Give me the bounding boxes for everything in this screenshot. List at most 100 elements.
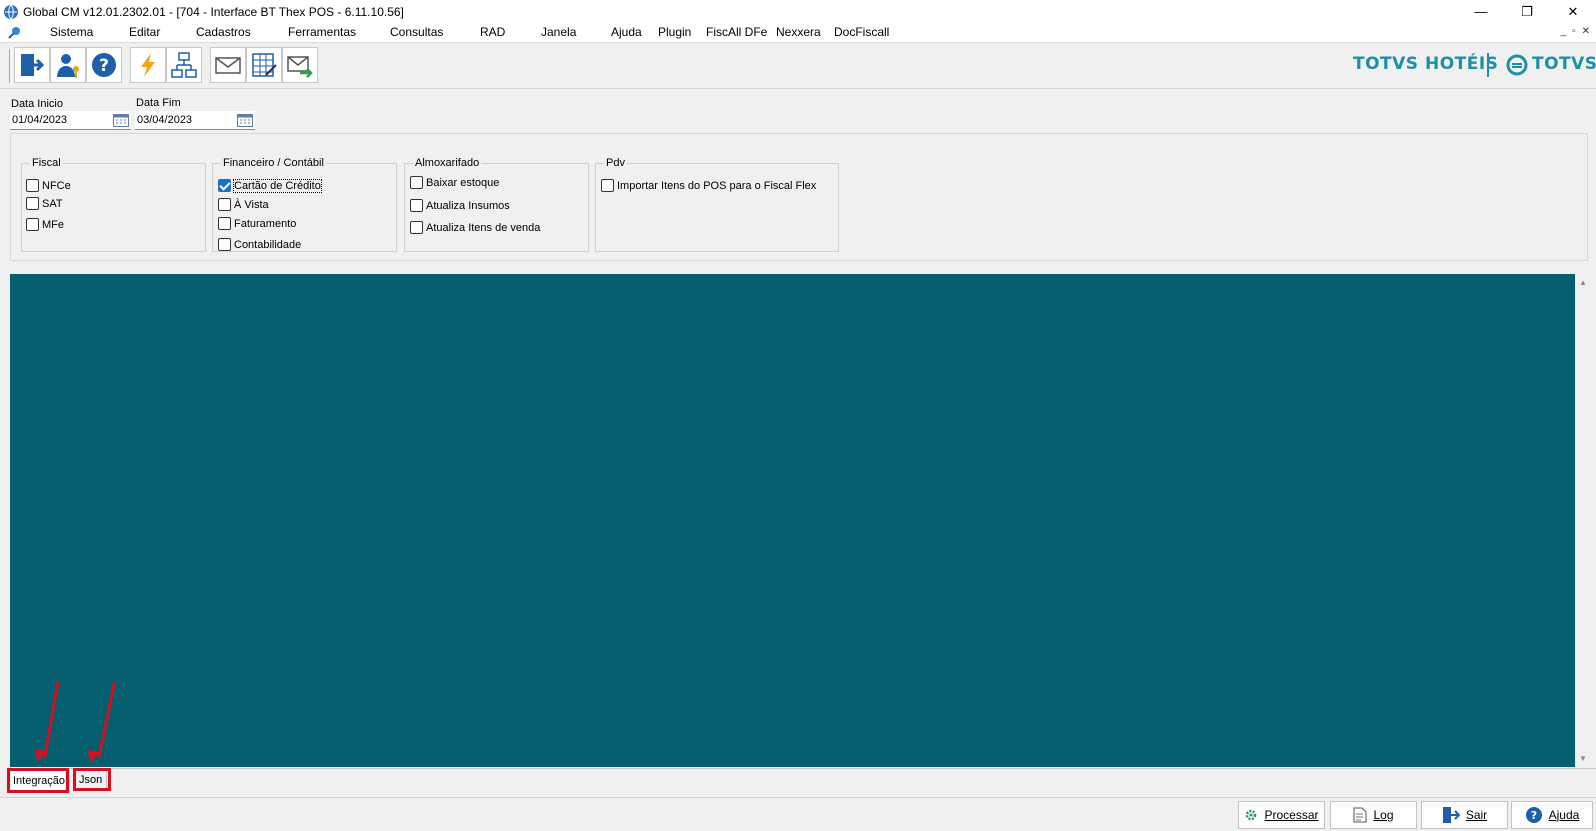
scroll-up-icon[interactable]: ▲ [1579, 278, 1587, 287]
document-icon [1353, 807, 1367, 823]
end-date-field[interactable]: 03/04/2023 [135, 111, 255, 130]
checkbox-nfce[interactable]: NFCe [26, 179, 71, 192]
log-label: Log [1373, 808, 1394, 822]
mail-toolbar-button[interactable] [210, 47, 246, 83]
user-key-toolbar-button[interactable] [50, 47, 86, 83]
checkbox-box[interactable] [218, 179, 231, 192]
start-date-label: Data Inicio [11, 98, 63, 110]
checkbox-label: À Vista [234, 198, 269, 211]
calendar-icon[interactable] [113, 113, 129, 127]
toolbar-grip[interactable] [9, 49, 12, 83]
financeiro-group-title: Financeiro / Contábil [221, 157, 326, 169]
spreadsheet-toolbar-button[interactable] [246, 47, 282, 83]
start-date-field[interactable]: 01/04/2023 [10, 111, 131, 130]
highlight-box-json [73, 768, 111, 791]
menu-fiscall-dfe[interactable]: FiscAll DFe [706, 25, 767, 39]
gear-icon [1246, 809, 1257, 821]
menu-consultas[interactable]: Consultas [390, 25, 443, 39]
annotation-arrow-head [32, 749, 46, 763]
help-toolbar-button[interactable]: ? [86, 47, 122, 83]
checkbox-box[interactable] [218, 238, 231, 251]
almoxarifado-group-title: Almoxarifado [413, 157, 482, 169]
checkbox-box[interactable] [26, 179, 39, 192]
restore-button[interactable]: ❐ [1504, 0, 1550, 23]
tab-strip [8, 768, 1596, 792]
menu-janela[interactable]: Janela [541, 25, 576, 39]
checkbox-label: Atualiza Insumos [426, 199, 510, 212]
highlight-box-integracao [7, 768, 69, 793]
checkbox-contabilidade[interactable]: Contabilidade [218, 238, 301, 251]
main-content-area[interactable] [10, 274, 1575, 767]
pin-icon[interactable] [6, 25, 22, 41]
totvs-logo-icon [1506, 54, 1528, 76]
checkbox-box[interactable] [218, 198, 231, 211]
checkbox-box[interactable] [410, 176, 423, 189]
minimize-button[interactable]: — [1458, 0, 1504, 23]
menu-nexxera[interactable]: Nexxera [776, 25, 821, 39]
mail-forward-icon [287, 56, 313, 78]
title-bar: Global CM v12.01.2302.01 - [704 - Interf… [0, 0, 1596, 23]
menu-rad[interactable]: RAD [480, 25, 505, 39]
checkbox-atualiza-insumos[interactable]: Atualiza Insumos [410, 199, 510, 212]
fiscal-group-title: Fiscal [30, 157, 63, 169]
exit-toolbar-button[interactable] [14, 47, 50, 83]
menu-ajuda[interactable]: Ajuda [611, 25, 642, 39]
checkbox-sat[interactable]: SAT [26, 197, 63, 210]
sair-label: Sair [1465, 808, 1488, 822]
calendar-icon[interactable] [237, 113, 253, 127]
menu-sistema[interactable]: Sistema [50, 25, 93, 39]
checkbox-label: NFCe [42, 179, 71, 192]
checkbox-box[interactable] [410, 221, 423, 234]
checkbox-label: Cartão de Crédito [233, 178, 322, 193]
mdi-restore-icon[interactable]: ▫ [1572, 26, 1576, 37]
sair-button[interactable]: Sair [1421, 801, 1508, 829]
pdv-group [595, 163, 839, 252]
scroll-down-icon[interactable]: ▼ [1579, 754, 1587, 763]
end-date-value: 03/04/2023 [137, 114, 193, 126]
lightning-toolbar-button[interactable] [130, 47, 166, 83]
checkbox-label: SAT [42, 197, 63, 210]
menu-editar[interactable]: Editar [129, 25, 160, 39]
processar-button[interactable]: Processar [1238, 801, 1325, 829]
checkbox-box[interactable] [410, 199, 423, 212]
checkbox-box[interactable] [218, 217, 231, 230]
spreadsheet-icon [252, 53, 277, 77]
ajuda-label: Ajuda [1548, 808, 1580, 822]
mdi-minimize-icon[interactable]: _ [1561, 26, 1567, 37]
menu-ferramentas[interactable]: Ferramentas [288, 25, 356, 39]
mdi-close-icon[interactable]: ✕ [1582, 26, 1590, 37]
checkbox-box[interactable] [26, 197, 39, 210]
checkbox-label: MFe [42, 218, 64, 231]
checkbox-label: Faturamento [234, 217, 297, 230]
vertical-scrollbar[interactable]: ▲ ▼ [1575, 274, 1593, 767]
menu-cadastros[interactable]: Cadastros [196, 25, 251, 39]
checkbox-cartao-credito[interactable]: Cartão de Crédito [218, 178, 322, 193]
close-button[interactable]: ✕ [1550, 0, 1596, 23]
toolbar: ? TOTVS HOTÉIS TOTVS [0, 44, 1596, 89]
ajuda-button[interactable]: ? Ajuda [1511, 801, 1593, 829]
end-date-label: Data Fim [136, 97, 181, 109]
menu-bar: Sistema Editar Cadastros Ferramentas Con… [0, 23, 1596, 43]
network-toolbar-button[interactable] [166, 47, 202, 83]
exit-icon [21, 54, 45, 76]
checkbox-box[interactable] [601, 179, 614, 192]
svg-text:?: ? [99, 56, 109, 76]
user-key-icon [57, 54, 79, 78]
checkbox-baixar-estoque[interactable]: Baixar estoque [410, 176, 499, 189]
checkbox-atualiza-itens-venda[interactable]: Atualiza Itens de venda [410, 221, 540, 234]
checkbox-importar-itens-pos[interactable]: Importar Itens do POS para o Fiscal Flex [601, 179, 816, 192]
brand-divider [1487, 53, 1489, 77]
checkbox-label: Atualiza Itens de venda [426, 221, 541, 234]
globe-icon [4, 4, 18, 19]
menu-docfiscall[interactable]: DocFiscall [834, 25, 889, 39]
bottom-bar: Processar Log Sair ? Ajuda [0, 797, 1596, 831]
checkbox-mfe[interactable]: MFe [26, 218, 64, 231]
window-title: Global CM v12.01.2302.01 - [704 - Interf… [23, 4, 404, 19]
checkbox-box[interactable] [26, 218, 39, 231]
checkbox-faturamento[interactable]: Faturamento [218, 217, 296, 230]
menu-plugin[interactable]: Plugin [658, 25, 691, 39]
mail-forward-toolbar-button[interactable] [282, 47, 318, 83]
checkbox-a-vista[interactable]: À Vista [218, 198, 269, 211]
log-button[interactable]: Log [1330, 801, 1417, 829]
svg-text:?: ? [1530, 809, 1536, 822]
